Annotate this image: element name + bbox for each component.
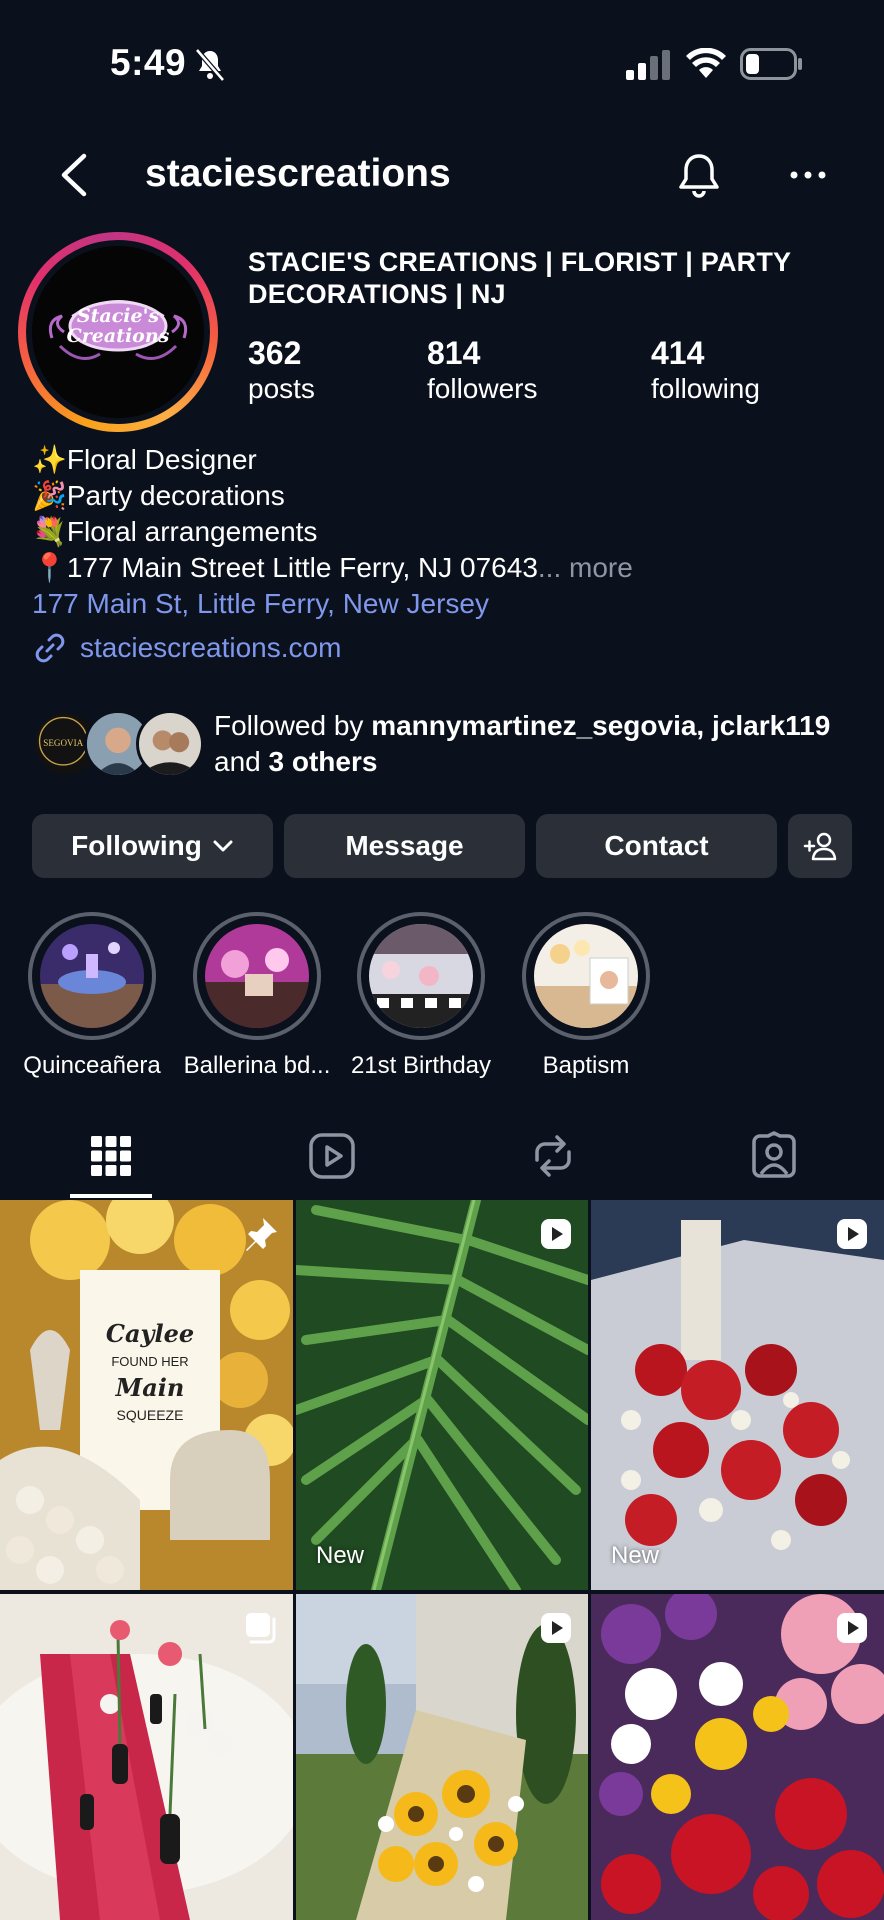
link-icon [35, 633, 65, 663]
stat-following[interactable]: 414 following [651, 334, 760, 406]
bio-line: 🎉Party decorations [32, 480, 285, 511]
followed-by-text: Followed by mannymartinez_segovia, jclar… [214, 710, 831, 777]
tagged-icon [751, 1131, 796, 1178]
highlight-quinceanera[interactable]: Quinceañera [9, 912, 175, 1080]
reel-icon [837, 1219, 867, 1249]
tab-reels[interactable] [221, 1120, 442, 1200]
highlight-label: Baptism [542, 1052, 630, 1079]
post-tile[interactable]: New [591, 1200, 884, 1590]
svg-text:Caylee: Caylee [106, 1319, 194, 1348]
svg-text:Main: Main [115, 1373, 185, 1402]
bio-ellipsis: ... [537, 552, 562, 583]
message-button[interactable]: Message [284, 814, 525, 878]
highlight-label: Quinceañera [23, 1052, 161, 1079]
add-person-icon [803, 832, 837, 861]
highlight-ballerina[interactable]: Ballerina bd... [174, 912, 340, 1080]
bio: ✨Floral Designer 🎉Party decorations 💐Flo… [32, 442, 872, 666]
pin-icon [246, 1218, 277, 1251]
stat-followers[interactable]: 814 followers [427, 334, 537, 406]
followed-by[interactable]: SEGOVIA Followed by mannymartinez_segovi… [32, 706, 882, 786]
post-tile[interactable] [591, 1594, 884, 1920]
profile-username: staciescreations [145, 152, 451, 195]
status-time: 5:49 [110, 42, 187, 83]
posts-grid: Caylee FOUND HER Main SQUEEZE New New [0, 1200, 884, 1920]
status-bar: 5:49 [0, 0, 884, 130]
highlight-baptism[interactable]: Baptism [503, 912, 669, 1080]
grid-icon [90, 1136, 131, 1176]
website-text: staciescreations.com [80, 632, 342, 663]
tab-tagged[interactable] [663, 1120, 884, 1200]
post-tile[interactable]: New [296, 1200, 588, 1590]
location-link[interactable]: 177 Main St, Little Ferry, New Jersey [32, 586, 872, 622]
svg-text:SEGOVIA: SEGOVIA [43, 738, 83, 748]
svg-text:SQUEEZE: SQUEEZE [117, 1407, 184, 1423]
chevron-down-icon [213, 840, 233, 852]
top-navigation: staciescreations [0, 140, 884, 210]
reel-icon [541, 1219, 571, 1249]
post-tile[interactable] [296, 1594, 588, 1920]
bio-line-address: 📍177 Main Street Little Ferry, NJ 07643.… [32, 552, 633, 583]
website-link[interactable]: staciescreations.com [32, 630, 872, 666]
more-options-icon[interactable] [786, 158, 830, 192]
signal-icon [626, 50, 670, 80]
suggested-people-button[interactable] [788, 814, 852, 878]
avatar-logo-text: Stacie's Creations [66, 305, 170, 347]
mutual-avatar [136, 710, 204, 778]
tab-reposts[interactable] [442, 1120, 663, 1200]
active-tab-indicator [70, 1194, 152, 1198]
highlight-label: Ballerina bd... [183, 1052, 331, 1079]
profile-actions: Following Message Contact [32, 814, 852, 878]
reel-icon [541, 1613, 571, 1643]
profile-screen: 5:49 staciescreations Stacie's Creations… [0, 0, 884, 1920]
carousel-icon [246, 1613, 276, 1644]
notification-bell-icon[interactable] [674, 150, 724, 200]
tab-posts[interactable] [0, 1120, 221, 1200]
wifi-icon [686, 48, 726, 78]
stat-posts[interactable]: 362 posts [248, 334, 315, 406]
post-tile[interactable] [0, 1594, 293, 1920]
display-name: STACIE'S CREATIONS | FLORIST | PARTY DEC… [248, 247, 791, 309]
contact-button[interactable]: Contact [536, 814, 777, 878]
highlight-label: 21st Birthday [350, 1052, 492, 1079]
story-highlights: Quinceañera Ballerina bd... 21st Birthda… [0, 912, 884, 1082]
more-link[interactable]: more [569, 552, 633, 583]
new-label: New [316, 1542, 365, 1569]
story-ring[interactable]: Stacie's Creations [18, 232, 218, 432]
bio-line: 💐Floral arrangements [32, 516, 318, 547]
bio-line: ✨Floral Designer [32, 444, 257, 475]
post-tile[interactable]: Caylee FOUND HER Main SQUEEZE [0, 1200, 293, 1590]
svg-text:FOUND HER: FOUND HER [111, 1354, 188, 1369]
content-tabs [0, 1120, 884, 1200]
reel-icon [837, 1613, 867, 1643]
following-button[interactable]: Following [32, 814, 273, 878]
highlight-21st-birthday[interactable]: 21st Birthday [338, 912, 504, 1080]
new-label: New [611, 1542, 660, 1569]
reposts-icon [534, 1135, 571, 1177]
profile-avatar[interactable]: Stacie's Creations [32, 246, 204, 418]
back-arrow-icon[interactable] [56, 152, 92, 198]
bell-slash-icon [195, 48, 225, 82]
battery-icon [740, 48, 802, 80]
reels-icon [308, 1133, 355, 1179]
